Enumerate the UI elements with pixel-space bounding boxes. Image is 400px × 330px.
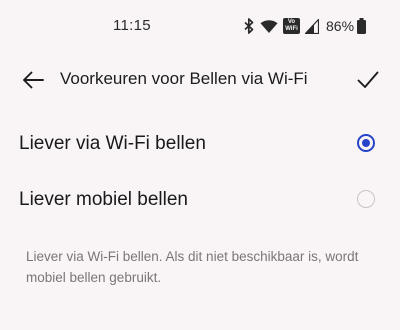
confirm-button[interactable] — [354, 66, 382, 94]
checkmark-icon — [357, 71, 379, 88]
arrow-left-icon — [23, 71, 44, 89]
vowifi-top-label: Vo — [287, 19, 296, 25]
app-bar: Voorkeuren voor Bellen via Wi-Fi — [0, 52, 400, 108]
screen: 11:15 Vo WiFi 86% Voorkeuren voor Bellen… — [0, 0, 400, 330]
bluetooth-icon — [244, 18, 254, 34]
vowifi-icon: Vo WiFi — [283, 18, 300, 34]
battery-percentage: 86% — [326, 18, 355, 34]
wifi-icon — [260, 19, 278, 34]
status-time: 11:15 — [113, 17, 151, 34]
option-prefer-wifi[interactable]: Liever via Wi-Fi bellen — [0, 116, 400, 172]
option-prefer-mobile[interactable]: Liever mobiel bellen — [0, 172, 400, 228]
status-icons: Vo WiFi 86% — [244, 16, 367, 36]
radio-button-selected[interactable] — [357, 134, 375, 152]
vowifi-bottom-label: WiFi — [285, 26, 298, 32]
status-bar: 11:15 Vo WiFi 86% — [0, 0, 400, 52]
radio-button-unselected[interactable] — [357, 190, 375, 208]
battery-icon — [357, 18, 367, 34]
back-button[interactable] — [20, 67, 46, 93]
option-label: Liever mobiel bellen — [19, 189, 188, 210]
cell-signal-icon — [305, 18, 319, 34]
option-label: Liever via Wi-Fi bellen — [19, 133, 206, 154]
page-title: Voorkeuren voor Bellen via Wi-Fi — [60, 69, 308, 88]
preference-description: Liever via Wi-Fi bellen. Als dit niet be… — [26, 249, 359, 285]
